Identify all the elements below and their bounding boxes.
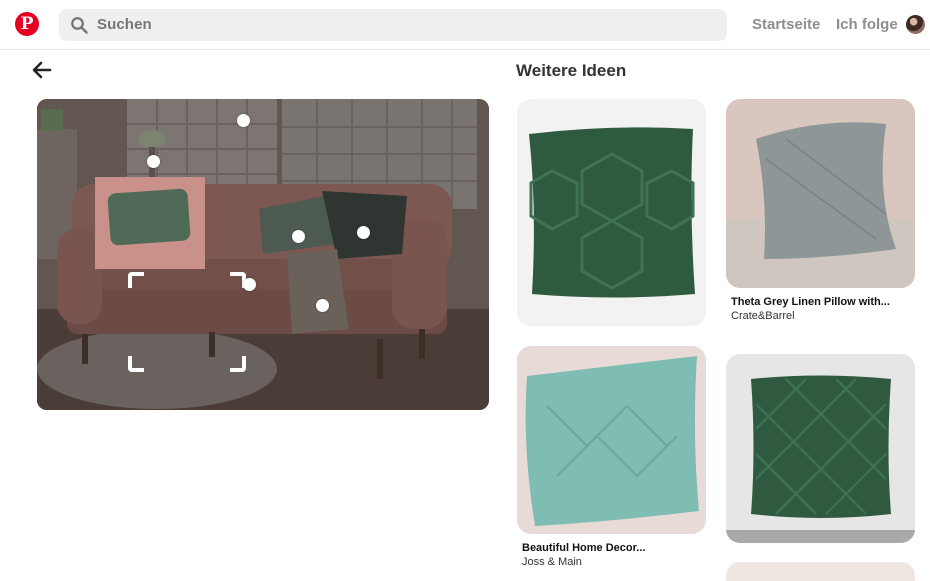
more-ideas-heading: Weitere Ideen bbox=[516, 61, 627, 80]
visual-search-crop-box[interactable] bbox=[128, 272, 246, 372]
hotspot-dot[interactable] bbox=[147, 155, 160, 168]
crop-handle-bottom-right[interactable] bbox=[230, 356, 246, 372]
pin-title[interactable]: Beautiful Home Decor... bbox=[522, 542, 645, 554]
avatar[interactable] bbox=[906, 15, 925, 34]
top-bar: P Suchen Startseite Ich folge bbox=[0, 0, 930, 50]
hotspot-dot[interactable] bbox=[292, 230, 305, 243]
nav-home-link[interactable]: Startseite bbox=[752, 16, 820, 33]
pillow-image bbox=[726, 354, 915, 543]
nav-following-link[interactable]: Ich folge bbox=[836, 16, 898, 33]
hotspot-dot[interactable] bbox=[243, 278, 256, 291]
back-arrow-icon[interactable] bbox=[30, 58, 54, 82]
search-input[interactable]: Suchen bbox=[97, 16, 152, 33]
pillow-image bbox=[726, 99, 915, 288]
crop-handle-top-left[interactable] bbox=[128, 272, 144, 288]
pin-card[interactable] bbox=[726, 99, 915, 288]
pin-title[interactable]: Theta Grey Linen Pillow with... bbox=[731, 296, 890, 308]
pillow-image bbox=[517, 99, 706, 326]
pillow-image bbox=[517, 346, 706, 534]
pin-card[interactable] bbox=[517, 99, 706, 326]
pin-card[interactable] bbox=[726, 354, 915, 543]
pin-card[interactable] bbox=[726, 562, 915, 581]
search-bar[interactable]: Suchen bbox=[59, 9, 727, 41]
hotspot-dot[interactable] bbox=[237, 114, 250, 127]
pin-card[interactable] bbox=[517, 346, 706, 534]
living-room-photo bbox=[37, 99, 489, 410]
pin-image[interactable] bbox=[37, 99, 489, 410]
crop-handle-bottom-left[interactable] bbox=[128, 356, 144, 372]
search-icon bbox=[71, 17, 88, 34]
pin-source[interactable]: Crate&Barrel bbox=[731, 310, 795, 322]
pinterest-logo-icon[interactable]: P bbox=[15, 12, 39, 36]
pin-source[interactable]: Joss & Main bbox=[522, 556, 582, 568]
hotspot-dot[interactable] bbox=[357, 226, 370, 239]
hotspot-dot[interactable] bbox=[316, 299, 329, 312]
